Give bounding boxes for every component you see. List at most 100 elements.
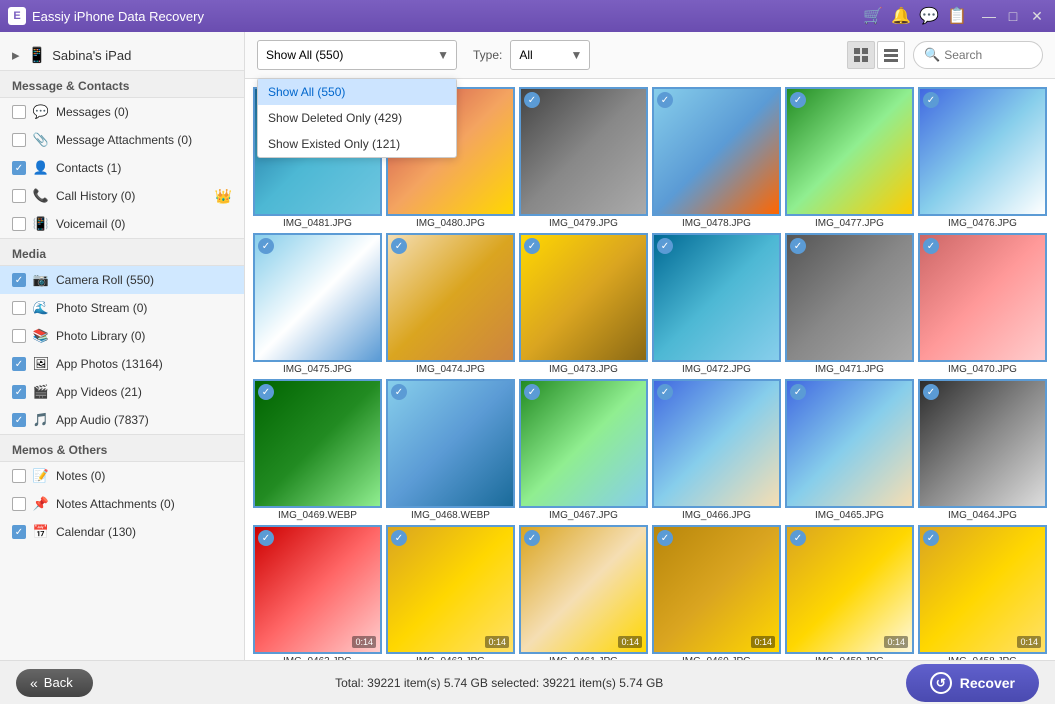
photo-thumb-20: ✓0:14 [386, 525, 515, 654]
sidebar-item-photo-library[interactable]: 📚 Photo Library (0) [0, 322, 244, 350]
sidebar-item-app-photos[interactable]: ✓ 🖼 App Photos (13164) [0, 350, 244, 378]
msg-attach-checkbox[interactable] [12, 133, 26, 147]
popup-item-all[interactable]: Show All (550) [258, 79, 456, 105]
sidebar-item-calendar[interactable]: ✓ 📅 Calendar (130) [0, 518, 244, 546]
cart-icon[interactable]: 🛒 [863, 6, 883, 26]
contacts-label: Contacts (1) [56, 161, 232, 175]
photo-grid: ✓IMG_0481.JPG✓IMG_0480.JPG✓IMG_0479.JPG✓… [245, 79, 1055, 660]
sidebar-item-camera-roll[interactable]: ✓ 📷 Camera Roll (550) [0, 266, 244, 294]
photo-cell-9[interactable]: ✓IMG_0473.JPG [519, 233, 648, 375]
photo-check-5: ✓ [790, 92, 806, 108]
photo-cell-21[interactable]: ✓0:14IMG_0461.JPG [519, 525, 648, 660]
sidebar-item-messages[interactable]: 💬 Messages (0) [0, 98, 244, 126]
photo-label-16: IMG_0466.JPG [652, 510, 781, 521]
app-photos-checkbox[interactable]: ✓ [12, 357, 26, 371]
photo-check-20: ✓ [391, 530, 407, 546]
main-container: ▸ 📱 Sabina's iPad Message & Contacts 💬 M… [0, 32, 1055, 660]
voicemail-checkbox[interactable] [12, 217, 26, 231]
calendar-checkbox[interactable]: ✓ [12, 525, 26, 539]
view-buttons [847, 41, 905, 69]
photo-cell-17[interactable]: ✓IMG_0465.JPG [785, 379, 914, 521]
sidebar-item-notes[interactable]: 📝 Notes (0) [0, 462, 244, 490]
sidebar-item-app-videos[interactable]: ✓ 🎬 App Videos (21) [0, 378, 244, 406]
maximize-button[interactable]: □ [1003, 6, 1023, 26]
photo-thumb-3: ✓ [519, 87, 648, 216]
photo-library-checkbox[interactable] [12, 329, 26, 343]
search-input[interactable] [944, 48, 1032, 62]
messages-label: Messages (0) [56, 105, 232, 119]
grid-view-button[interactable] [847, 41, 875, 69]
notes-attach-checkbox[interactable] [12, 497, 26, 511]
photo-cell-6[interactable]: ✓IMG_0476.JPG [918, 87, 1047, 229]
minimize-button[interactable]: — [979, 6, 999, 26]
photo-library-label: Photo Library (0) [56, 329, 232, 343]
sidebar-item-message-attachments[interactable]: 📎 Message Attachments (0) [0, 126, 244, 154]
photo-cell-23[interactable]: ✓0:14IMG_0459.JPG [785, 525, 914, 660]
recover-button[interactable]: ↺ Recover [906, 664, 1039, 702]
photo-cell-24[interactable]: ✓0:14IMG_0458.JPG [918, 525, 1047, 660]
messages-checkbox[interactable] [12, 105, 26, 119]
notes-icon: 📝 [32, 467, 50, 485]
back-button[interactable]: « Back [16, 669, 93, 697]
device-item[interactable]: ▸ 📱 Sabina's iPad [0, 40, 244, 70]
sidebar-item-photo-stream[interactable]: 🌊 Photo Stream (0) [0, 294, 244, 322]
close-button[interactable]: ✕ [1027, 6, 1047, 26]
contacts-checkbox[interactable]: ✓ [12, 161, 26, 175]
bell-icon[interactable]: 🔔 [891, 6, 911, 26]
photo-cell-20[interactable]: ✓0:14IMG_0462.JPG [386, 525, 515, 660]
clipboard-icon[interactable]: 📋 [947, 6, 967, 26]
photo-check-6: ✓ [923, 92, 939, 108]
photo-cell-15[interactable]: ✓IMG_0467.JPG [519, 379, 648, 521]
chat-icon[interactable]: 💬 [919, 6, 939, 26]
call-history-checkbox[interactable] [12, 189, 26, 203]
photo-check-19: ✓ [258, 530, 274, 546]
section-media: Media [0, 238, 244, 266]
sidebar-item-notes-attachments[interactable]: 📌 Notes Attachments (0) [0, 490, 244, 518]
filter-dropdown[interactable]: Show All (550) Show Deleted Only (429) S… [257, 40, 457, 70]
contacts-icon: 👤 [32, 159, 50, 177]
photo-cell-7[interactable]: ✓IMG_0475.JPG [253, 233, 382, 375]
photo-cell-16[interactable]: ✓ IMG_0466.JPG [652, 379, 781, 521]
photo-cell-19[interactable]: ✓0:14IMG_0463.JPG [253, 525, 382, 660]
photo-thumb-16: ✓ [652, 379, 781, 508]
status-text: Total: 39221 item(s) 5.74 GB selected: 3… [93, 676, 906, 690]
notes-checkbox[interactable] [12, 469, 26, 483]
photo-thumb-10: ✓ [652, 233, 781, 362]
photo-cell-14[interactable]: ✓IMG_0468.WEBP [386, 379, 515, 521]
photo-cell-13[interactable]: ✓IMG_0469.WEBP [253, 379, 382, 521]
photo-stream-checkbox[interactable] [12, 301, 26, 315]
photo-cell-5[interactable]: ✓IMG_0477.JPG [785, 87, 914, 229]
type-dropdown-wrapper: All JPG PNG WEBP ▼ [510, 40, 590, 70]
list-view-button[interactable] [877, 41, 905, 69]
type-dropdown[interactable]: All JPG PNG WEBP [510, 40, 590, 70]
photo-label-12: IMG_0470.JPG [918, 364, 1047, 375]
photo-cell-8[interactable]: ✓IMG_0474.JPG [386, 233, 515, 375]
photo-cell-22[interactable]: ✓0:14IMG_0460.JPG [652, 525, 781, 660]
sidebar-item-app-audio[interactable]: ✓ 🎵 App Audio (7837) [0, 406, 244, 434]
photo-cell-4[interactable]: ✓IMG_0478.JPG [652, 87, 781, 229]
titlebar: E Eassiy iPhone Data Recovery 🛒 🔔 💬 📋 — … [0, 0, 1055, 32]
photo-check-18: ✓ [923, 384, 939, 400]
app-videos-checkbox[interactable]: ✓ [12, 385, 26, 399]
photo-cell-10[interactable]: ✓IMG_0472.JPG [652, 233, 781, 375]
camera-roll-checkbox[interactable]: ✓ [12, 273, 26, 287]
photo-cell-11[interactable]: ✓IMG_0471.JPG [785, 233, 914, 375]
photo-cell-18[interactable]: ✓IMG_0464.JPG [918, 379, 1047, 521]
photo-cell-12[interactable]: ✓IMG_0470.JPG [918, 233, 1047, 375]
photo-label-11: IMG_0471.JPG [785, 364, 914, 375]
popup-item-deleted[interactable]: Show Deleted Only (429) [258, 105, 456, 131]
sidebar-item-voicemail[interactable]: 📳 Voicemail (0) [0, 210, 244, 238]
photo-check-8: ✓ [391, 238, 407, 254]
device-label: Sabina's iPad [52, 48, 131, 63]
sidebar-item-call-history[interactable]: 📞 Call History (0) 👑 [0, 182, 244, 210]
popup-item-existed[interactable]: Show Existed Only (121) [258, 131, 456, 157]
photo-duration-23: 0:14 [884, 636, 908, 648]
photo-cell-3[interactable]: ✓IMG_0479.JPG [519, 87, 648, 229]
app-audio-checkbox[interactable]: ✓ [12, 413, 26, 427]
photo-thumb-22: ✓0:14 [652, 525, 781, 654]
content-area: Show All (550) Show Deleted Only (429) S… [245, 32, 1055, 660]
photo-check-15: ✓ [524, 384, 540, 400]
sidebar-item-contacts[interactable]: ✓ 👤 Contacts (1) [0, 154, 244, 182]
photo-thumb-5: ✓ [785, 87, 914, 216]
photo-label-14: IMG_0468.WEBP [386, 510, 515, 521]
